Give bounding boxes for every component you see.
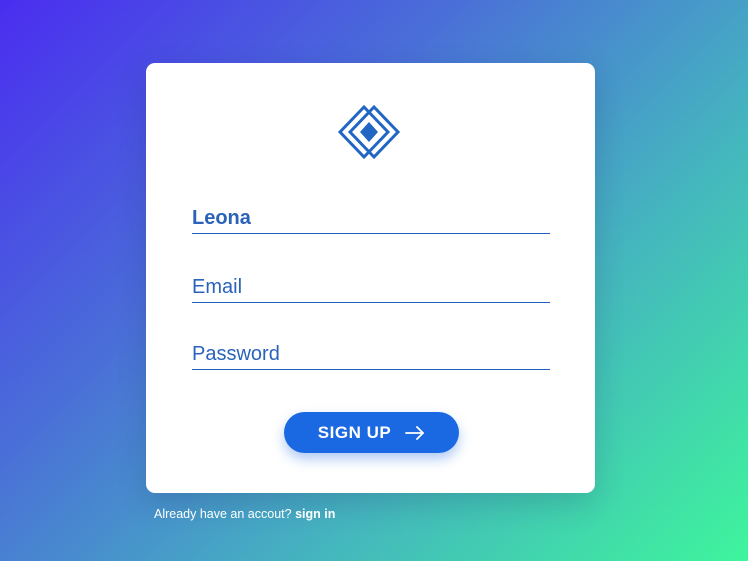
sign-up-label: SIGN UP	[317, 422, 392, 442]
arrow-right-icon	[405, 425, 425, 440]
signin-prompt: Already have an accout? sign in	[154, 507, 335, 521]
name-input[interactable]	[192, 203, 550, 233]
sign-in-link[interactable]: sign in	[295, 507, 335, 521]
signin-prompt-text: Already have an accout?	[154, 507, 292, 521]
password-input[interactable]	[192, 339, 550, 369]
email-input[interactable]	[192, 272, 550, 302]
diamond-logo-icon	[337, 104, 401, 160]
sign-up-button[interactable]: SIGN UP	[284, 412, 459, 453]
signup-card: SIGN UP	[146, 63, 595, 493]
email-field	[192, 272, 550, 303]
name-field	[192, 203, 550, 234]
password-field	[192, 339, 550, 370]
